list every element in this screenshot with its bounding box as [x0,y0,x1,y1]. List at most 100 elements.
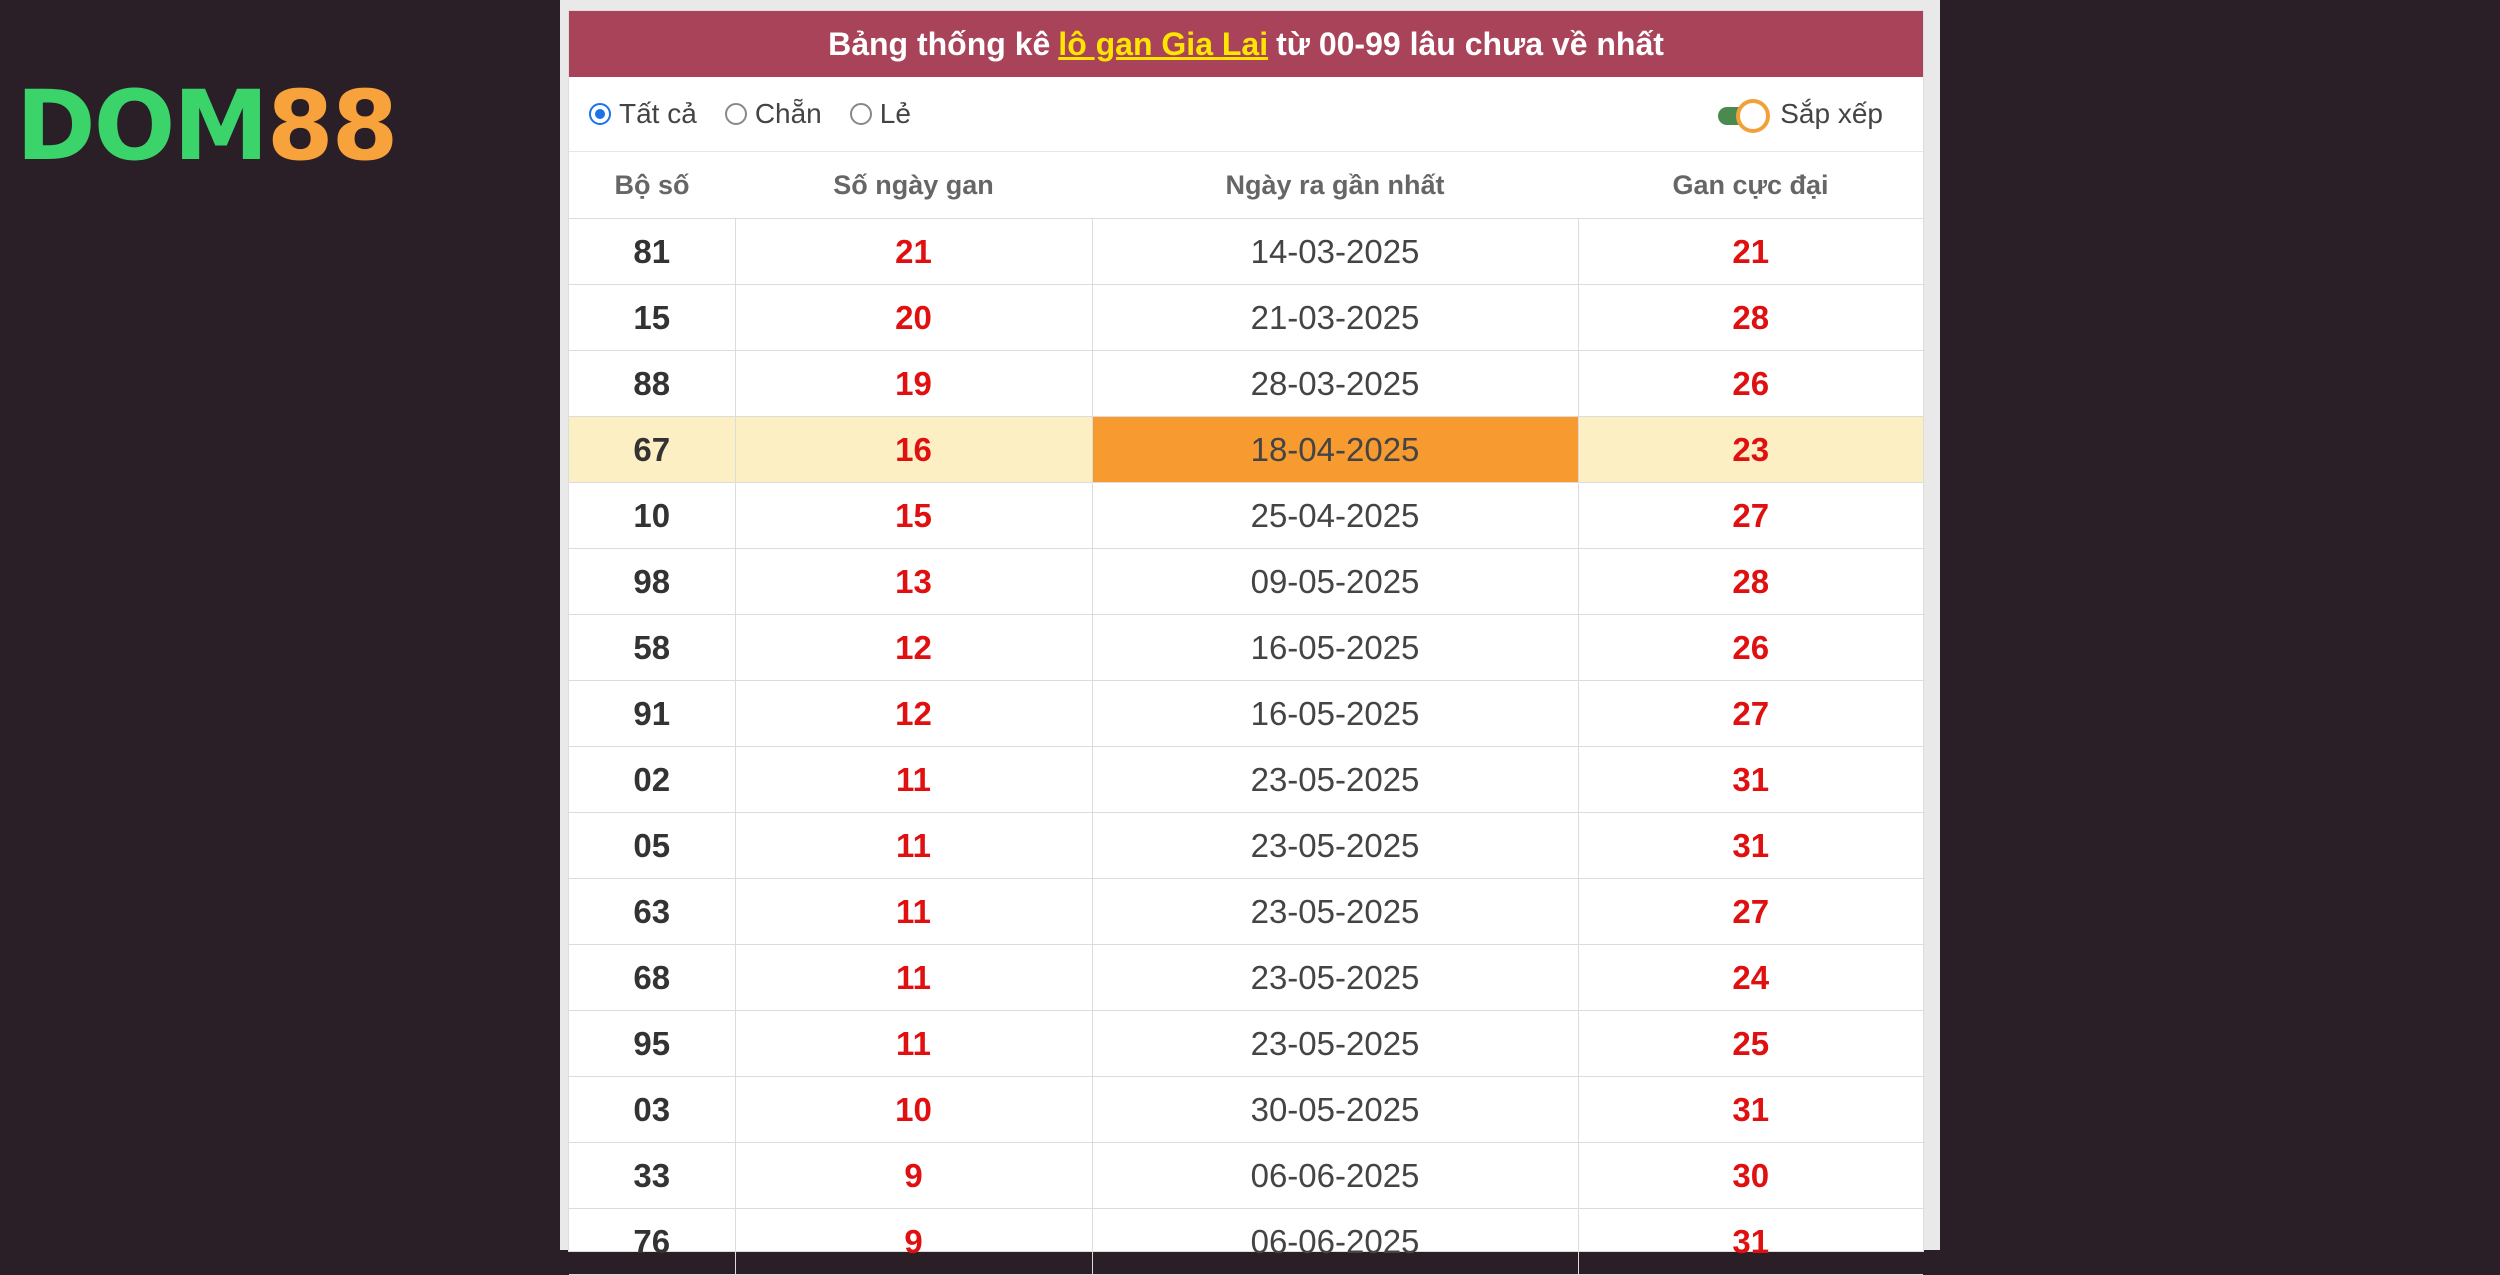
cell-days: 15 [735,482,1093,549]
table-header-row: Bộ số Số ngày gan Ngày ra gần nhất Gan c… [569,152,1923,219]
table-row: 68 11 23-05-2025 24 [569,944,1923,1011]
filter-even-label: Chẵn [754,98,822,129]
dom88-logo: DOM88 [16,78,398,174]
cell-days: 12 [735,680,1093,747]
cell-number: 67 [569,416,736,483]
cell-number: 10 [569,482,736,549]
cell-number: 05 [569,812,736,879]
column-header-max-gan: Gan cực đại [1578,152,1923,219]
cell-last-date: 23-05-2025 [1092,1010,1579,1077]
radio-icon-checked[interactable] [589,103,611,125]
cell-number: 02 [569,746,736,813]
cell-number: 88 [569,350,736,417]
cell-days: 19 [735,350,1093,417]
filter-odd[interactable]: Lẻ [849,98,911,130]
title-prefix: Bảng thống kê [828,25,1051,62]
cell-days: 11 [735,746,1093,813]
table-row: 58 12 16-05-2025 26 [569,614,1923,681]
cell-number: 98 [569,548,736,615]
stats-card: Bảng thống kê lô gan Gia Lai từ 00-99 lâ… [568,10,1924,1275]
cell-days: 20 [735,284,1093,351]
cell-last-date: 28-03-2025 [1092,350,1579,417]
table-body: 81 21 14-03-2025 21 15 20 21-03-2025 28 88 19 28-0… [569,218,1923,1275]
cell-last-date: 25-04-2025 [1092,482,1579,549]
cell-max-gan: 31 [1578,1208,1923,1275]
cell-last-date: 23-05-2025 [1092,878,1579,945]
cell-max-gan: 28 [1578,548,1923,615]
cell-days: 11 [735,944,1093,1011]
cell-last-date: 06-06-2025 [1092,1208,1579,1275]
cell-last-date: 14-03-2025 [1092,218,1579,285]
cell-last-date: 18-04-2025 [1092,416,1579,483]
table-row: 76 9 06-06-2025 31 [569,1208,1923,1275]
cell-last-date: 21-03-2025 [1092,284,1579,351]
content-panel: Bảng thống kê lô gan Gia Lai từ 00-99 lâ… [560,0,1940,1275]
cell-number: 68 [569,944,736,1011]
cell-days: 11 [735,1010,1093,1077]
cell-last-date: 09-05-2025 [1092,548,1579,615]
table-row: 67 16 18-04-2025 23 [569,416,1923,483]
table-row: 15 20 21-03-2025 28 [569,284,1923,351]
cell-max-gan: 31 [1578,812,1923,879]
cell-last-date: 23-05-2025 [1092,812,1579,879]
column-header-number: Bộ số [569,152,735,219]
filter-all[interactable]: Tất cả [589,98,697,130]
cell-last-date: 16-05-2025 [1092,680,1579,747]
table-row: 02 11 23-05-2025 31 [569,746,1923,813]
cell-number: 63 [569,878,736,945]
cell-max-gan: 30 [1578,1142,1923,1209]
title-link-lo-gan-gia-lai[interactable]: lô gan Gia Lai [1058,26,1268,63]
cell-max-gan: 28 [1578,284,1923,351]
cell-number: 33 [569,1142,736,1209]
lo-gan-table: Bộ số Số ngày gan Ngày ra gần nhất Gan c… [569,152,1923,1275]
cell-max-gan: 21 [1578,218,1923,285]
cell-days: 13 [735,548,1093,615]
table-row: 63 11 23-05-2025 27 [569,878,1923,945]
table-row: 33 9 06-06-2025 30 [569,1142,1923,1209]
sort-control[interactable]: Sắp xếp [1718,98,1883,133]
filter-even[interactable]: Chẵn [724,98,822,130]
cell-number: 95 [569,1010,736,1077]
cell-days: 9 [735,1208,1093,1275]
cell-max-gan: 27 [1578,482,1923,549]
column-header-days: Số ngày gan [735,152,1092,219]
table-title: Bảng thống kê lô gan Gia Lai từ 00-99 lâ… [569,11,1923,77]
radio-icon[interactable] [724,103,747,125]
filter-bar: Tất cả Chẵn Lẻ Sắp xếp [569,77,1923,152]
cell-last-date: 16-05-2025 [1092,614,1579,681]
cell-max-gan: 23 [1578,416,1923,483]
cell-number: 76 [569,1208,736,1275]
cell-days: 16 [735,416,1093,483]
cell-max-gan: 26 [1578,614,1923,681]
filter-all-label: Tất cả [619,98,697,129]
table-row: 81 21 14-03-2025 21 [569,218,1923,285]
cell-max-gan: 26 [1578,350,1923,417]
title-suffix: từ 00-99 lâu chưa về nhất [1276,25,1664,62]
cell-days: 11 [735,878,1093,945]
cell-max-gan: 25 [1578,1010,1923,1077]
sort-label: Sắp xếp [1780,98,1883,129]
cell-days: 12 [735,614,1093,681]
cell-last-date: 23-05-2025 [1092,944,1579,1011]
cell-last-date: 06-06-2025 [1092,1142,1579,1209]
table-row: 88 19 28-03-2025 26 [569,350,1923,417]
radio-icon[interactable] [849,103,872,125]
cell-last-date: 30-05-2025 [1092,1076,1579,1143]
cell-days: 9 [735,1142,1093,1209]
cell-days: 10 [735,1076,1093,1143]
cell-number: 03 [569,1076,736,1143]
sort-toggle[interactable] [1718,99,1771,133]
logo-text-dom: DOM [16,70,269,182]
cell-number: 81 [569,218,736,285]
toggle-knob [1736,99,1771,133]
table-row: 95 11 23-05-2025 25 [569,1010,1923,1077]
table-row: 98 13 09-05-2025 28 [569,548,1923,615]
cell-number: 58 [569,614,736,681]
column-header-last-date: Ngày ra gần nhất [1092,152,1578,219]
filter-odd-label: Lẻ [879,98,911,129]
cell-max-gan: 27 [1578,680,1923,747]
cell-max-gan: 24 [1578,944,1923,1011]
cell-max-gan: 31 [1578,1076,1923,1143]
logo-text-88: 88 [266,70,399,182]
cell-max-gan: 27 [1578,878,1923,945]
